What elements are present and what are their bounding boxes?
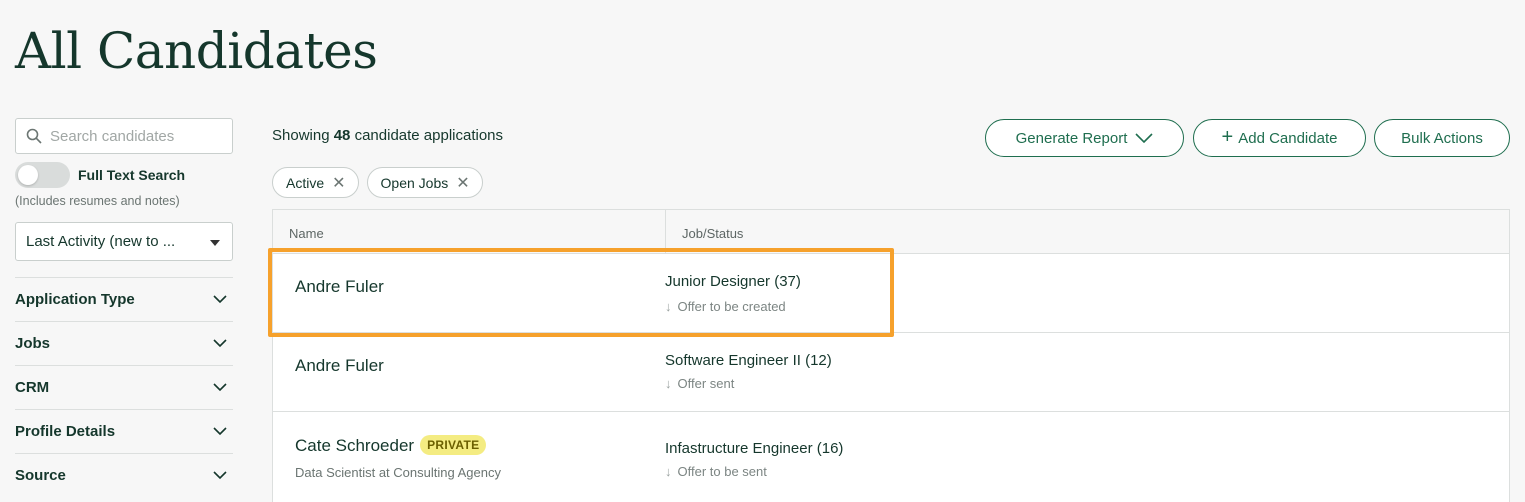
table-row[interactable]: Andre Fuler Junior Designer (37) ↓ Offer… (273, 254, 1509, 333)
status-text: Offer to be created (677, 299, 786, 314)
summary-suffix: candidate applications (354, 127, 504, 144)
add-candidate-label: Add Candidate (1238, 129, 1338, 147)
table-row[interactable]: Andre Fuler Software Engineer II (12) ↓ … (273, 333, 1509, 412)
add-candidate-button[interactable]: + Add Candidate (1193, 119, 1366, 157)
filter-label: CRM (15, 379, 50, 396)
arrow-down-icon: ↓ (665, 464, 672, 479)
plus-icon: + (1221, 125, 1234, 148)
candidate-name[interactable]: Andre Fuler (295, 356, 384, 376)
search-input-container[interactable] (15, 118, 233, 154)
chip-label: Open Jobs (380, 174, 449, 191)
chevron-down-icon (213, 427, 227, 436)
full-text-search-hint: (Includes resumes and notes) (15, 194, 180, 208)
candidate-name[interactable]: Andre Fuler (295, 277, 384, 297)
bulk-actions-label: Bulk Actions (1401, 129, 1483, 147)
page-title: All Candidates (15, 22, 378, 80)
search-icon (26, 128, 42, 144)
chevron-down-icon (213, 471, 227, 480)
candidates-table: Name Job/Status Andre Fuler Junior Desig… (272, 209, 1510, 502)
chevron-down-icon (213, 339, 227, 348)
filter-chip-active[interactable]: Active ✕ (272, 167, 359, 198)
filter-application-type[interactable]: Application Type (15, 277, 233, 321)
status-text: Offer sent (677, 376, 735, 391)
filter-chip-open-jobs[interactable]: Open Jobs ✕ (366, 167, 483, 198)
arrow-down-icon: ↓ (665, 376, 672, 391)
filter-list: Application Type Jobs CRM Profile Detail… (15, 277, 233, 497)
toggle-knob (18, 165, 38, 185)
filter-profile-details[interactable]: Profile Details (15, 409, 233, 453)
application-status: ↓ Offer sent (665, 376, 734, 391)
column-divider (665, 210, 666, 254)
filter-source[interactable]: Source (15, 453, 233, 497)
table-header: Name Job/Status (273, 210, 1509, 254)
private-badge: PRIVATE (420, 435, 487, 455)
chevron-down-icon (1135, 133, 1153, 143)
results-summary: Showing 48 candidate applications (272, 127, 503, 144)
job-title[interactable]: Infastructure Engineer (16) (665, 440, 843, 457)
arrow-down-icon: ↓ (665, 299, 672, 314)
search-input[interactable] (50, 127, 220, 145)
bulk-actions-button[interactable]: Bulk Actions (1374, 119, 1510, 157)
filter-label: Source (15, 467, 66, 484)
filter-label: Profile Details (15, 423, 116, 440)
chevron-down-icon (213, 383, 227, 392)
filter-jobs[interactable]: Jobs (15, 321, 233, 365)
filter-label: Jobs (15, 335, 51, 352)
generate-report-label: Generate Report (1015, 129, 1128, 147)
chip-label: Active (286, 174, 325, 191)
status-text: Offer to be sent (677, 464, 767, 479)
application-status: ↓ Offer to be created (665, 299, 786, 314)
job-title[interactable]: Junior Designer (37) (665, 273, 801, 290)
sort-select-value: Last Activity (new to ... (26, 233, 176, 250)
candidate-name[interactable]: Cate Schroeder (295, 436, 414, 455)
application-status: ↓ Offer to be sent (665, 464, 767, 479)
close-icon[interactable]: ✕ (332, 173, 345, 193)
candidate-name-group: Cate Schroeder PRIVATE (295, 435, 487, 456)
full-text-search-label: Full Text Search (78, 167, 186, 183)
column-header-job-status[interactable]: Job/Status (682, 226, 743, 241)
chevron-down-icon (213, 295, 227, 304)
full-text-search-toggle[interactable] (15, 162, 70, 188)
results-count: 48 (333, 127, 351, 144)
close-icon[interactable]: ✕ (456, 173, 469, 193)
candidate-subtitle: Data Scientist at Consulting Agency (295, 465, 501, 480)
summary-prefix: Showing (272, 127, 330, 144)
generate-report-button[interactable]: Generate Report (985, 119, 1184, 157)
table-row[interactable]: Cate Schroeder PRIVATE Data Scientist at … (273, 412, 1509, 491)
column-header-name[interactable]: Name (289, 226, 324, 241)
sort-select[interactable]: Last Activity (new to ... (15, 222, 233, 261)
active-filter-chips: Active ✕ Open Jobs ✕ (272, 167, 483, 198)
full-text-search-row: Full Text Search (15, 162, 185, 188)
filter-crm[interactable]: CRM (15, 365, 233, 409)
caret-down-icon (210, 240, 220, 246)
filter-label: Application Type (15, 291, 135, 308)
job-title[interactable]: Software Engineer II (12) (665, 352, 832, 369)
